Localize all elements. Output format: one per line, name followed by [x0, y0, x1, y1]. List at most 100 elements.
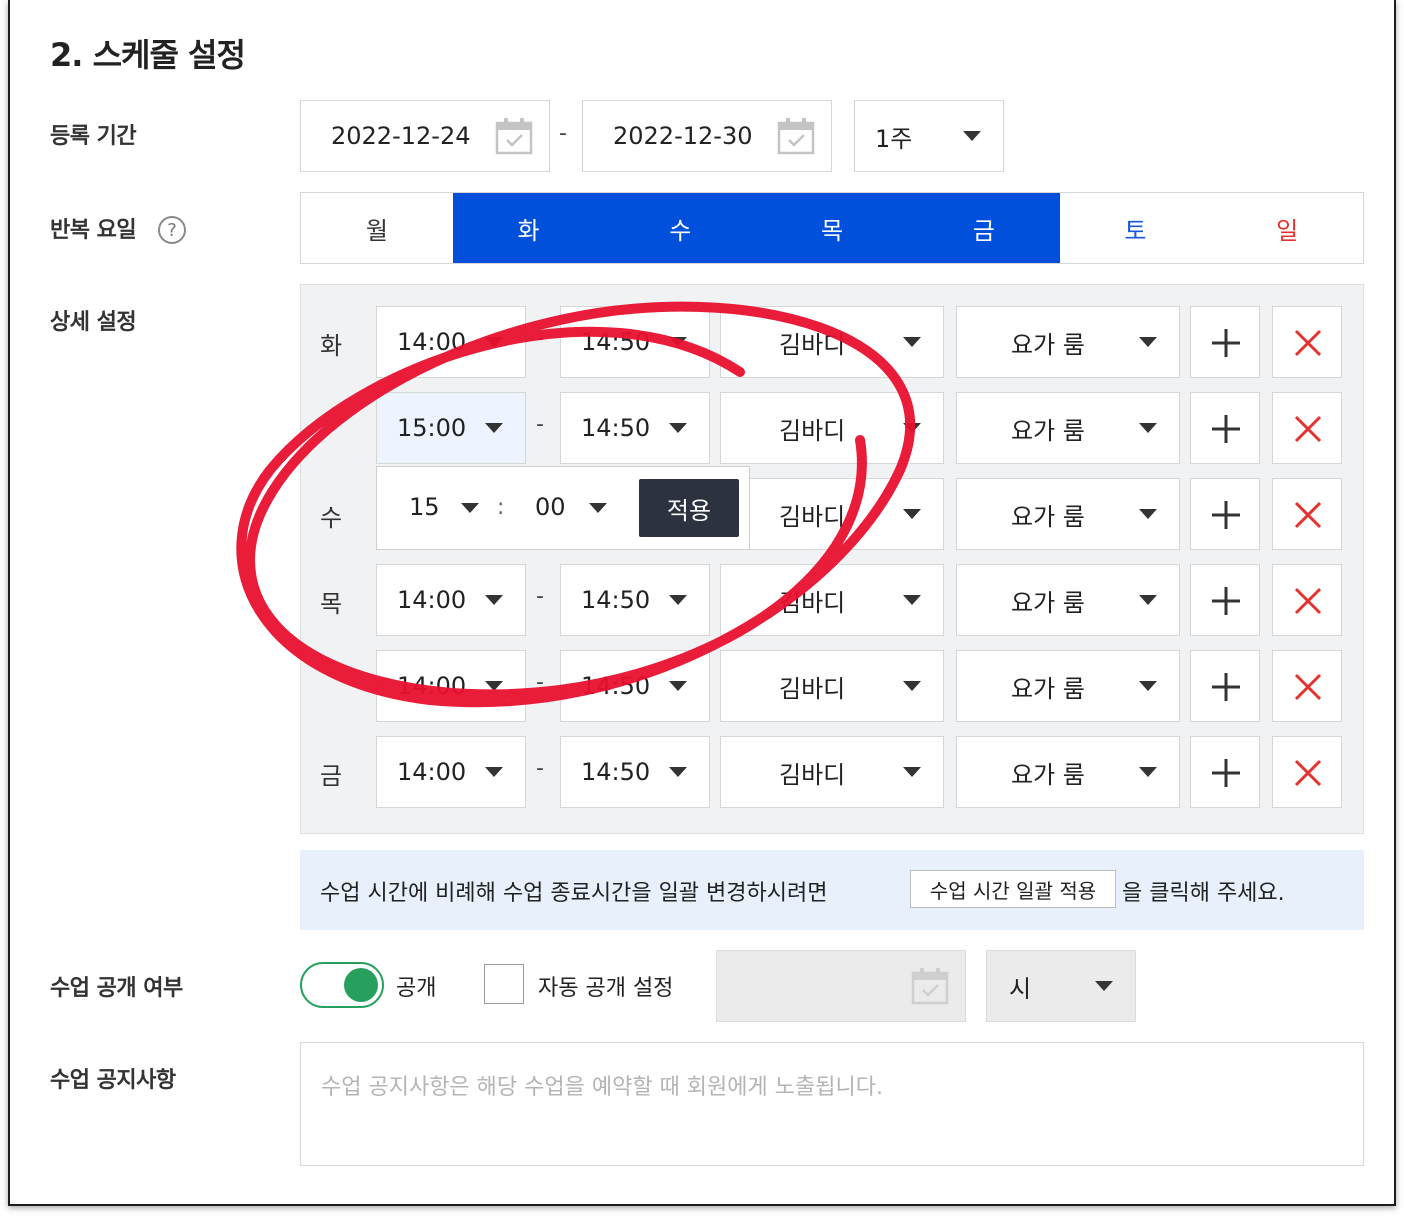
plus-icon — [1212, 329, 1240, 357]
room-value: 요가 룸 — [1011, 330, 1085, 359]
minute-chevron-down-icon[interactable] — [589, 503, 607, 513]
notice-textarea[interactable]: 수업 공지사항은 해당 수업을 예약할 때 회원에게 노출됩니다. — [300, 1042, 1364, 1166]
close-icon — [1294, 415, 1322, 443]
instructor-value: 김바디 — [779, 588, 846, 617]
room-select[interactable]: 요가 룸 — [956, 392, 1180, 464]
room-value: 요가 룸 — [1011, 674, 1085, 703]
end-time-select[interactable]: 14:50 — [560, 650, 710, 722]
room-select[interactable]: 요가 룸 — [956, 564, 1180, 636]
detail-day-label: 금 — [320, 762, 343, 790]
chevron-down-icon — [1095, 981, 1113, 991]
period-label: 등록 기간 — [50, 124, 137, 149]
calendar-icon[interactable] — [911, 967, 949, 1005]
instructor-select[interactable]: 김바디 — [720, 392, 944, 464]
time-colon: : — [497, 495, 505, 520]
start-time-select[interactable]: 14:00 — [376, 306, 526, 378]
help-icon[interactable]: ? — [158, 216, 186, 244]
chevron-down-icon — [1139, 509, 1157, 519]
start-time-select[interactable]: 14:00 — [376, 564, 526, 636]
close-icon — [1294, 759, 1322, 787]
add-row-button[interactable] — [1190, 650, 1260, 722]
duration-select[interactable]: 1주 — [854, 100, 1004, 172]
info-banner: 수업 시간에 비례해 수업 종료시간을 일괄 변경하시려면 수업 시간 일괄 적… — [300, 850, 1364, 930]
end-time-select[interactable]: 14:50 — [560, 306, 710, 378]
minute-value[interactable]: 00 — [535, 493, 566, 521]
info-text-after: 을 클릭해 주세요. — [1122, 881, 1285, 906]
start-time-select[interactable]: 15:00 — [376, 392, 526, 464]
chevron-down-icon — [1139, 595, 1157, 605]
time-range-separator: - — [536, 584, 544, 609]
hour-unit-value: 시 — [1009, 974, 1032, 1003]
date-range-separator: - — [559, 121, 567, 146]
calendar-icon[interactable] — [495, 117, 533, 155]
add-row-button[interactable] — [1190, 564, 1260, 636]
instructor-select[interactable]: 김바디 — [720, 478, 944, 550]
hour-chevron-down-icon[interactable] — [461, 503, 479, 513]
delete-row-button[interactable] — [1272, 736, 1342, 808]
auto-publish-date-input[interactable] — [716, 950, 966, 1022]
instructor-select[interactable]: 김바디 — [720, 306, 944, 378]
end-time-select[interactable]: 14:50 — [560, 392, 710, 464]
chevron-down-icon — [1139, 337, 1157, 347]
chevron-down-icon — [903, 423, 921, 433]
calendar-icon[interactable] — [777, 117, 815, 155]
start-time-value: 15:00 — [397, 414, 467, 442]
instructor-value: 김바디 — [779, 760, 846, 789]
start-time-select[interactable]: 14:00 — [376, 650, 526, 722]
info-text-before: 수업 시간에 비례해 수업 종료시간을 일괄 변경하시려면 — [320, 881, 828, 906]
close-icon — [1294, 673, 1322, 701]
section-title: 2. 스케줄 설정 — [50, 36, 246, 74]
room-value: 요가 룸 — [1011, 588, 1085, 617]
add-row-button[interactable] — [1190, 306, 1260, 378]
chevron-down-icon — [485, 681, 503, 691]
instructor-select[interactable]: 김바디 — [720, 650, 944, 722]
auto-publish-hour-select[interactable]: 시 — [986, 950, 1136, 1022]
start-time-select[interactable]: 14:00 — [376, 736, 526, 808]
add-row-button[interactable] — [1190, 392, 1260, 464]
start-time-value: 14:00 — [397, 672, 467, 700]
instructor-select[interactable]: 김바디 — [720, 564, 944, 636]
apply-time-button[interactable]: 적용 — [639, 479, 739, 537]
add-row-button[interactable] — [1190, 736, 1260, 808]
room-select[interactable]: 요가 룸 — [956, 650, 1180, 722]
room-value: 요가 룸 — [1011, 502, 1085, 531]
day-toggle-sun[interactable]: 일 — [1211, 193, 1363, 263]
delete-row-button[interactable] — [1272, 478, 1342, 550]
time-picker-popup: 15 : 00 적용 — [376, 466, 750, 550]
room-select[interactable]: 요가 룸 — [956, 306, 1180, 378]
end-date-input[interactable]: 2022-12-30 — [582, 100, 832, 172]
start-time-value: 14:00 — [397, 758, 467, 786]
day-toggle-thu[interactable]: 목 — [756, 193, 908, 263]
day-toggle-mon[interactable]: 월 — [301, 193, 453, 263]
delete-row-button[interactable] — [1272, 306, 1342, 378]
delete-row-button[interactable] — [1272, 650, 1342, 722]
hour-value[interactable]: 15 — [409, 493, 440, 521]
room-select[interactable]: 요가 룸 — [956, 736, 1180, 808]
notice-placeholder: 수업 공지사항은 해당 수업을 예약할 때 회원에게 노출됩니다. — [321, 1075, 883, 1100]
day-toggle-wed[interactable]: 수 — [604, 193, 757, 263]
notice-label: 수업 공지사항 — [50, 1068, 176, 1093]
bulk-apply-button[interactable]: 수업 시간 일괄 적용 — [910, 870, 1116, 908]
delete-row-button[interactable] — [1272, 392, 1342, 464]
instructor-select[interactable]: 김바디 — [720, 736, 944, 808]
visibility-label: 수업 공개 여부 — [50, 976, 183, 1001]
day-toggle-tue[interactable]: 화 — [452, 193, 605, 263]
day-toggle-fri[interactable]: 금 — [907, 193, 1060, 263]
start-date-input[interactable]: 2022-12-24 — [300, 100, 550, 172]
instructor-value: 김바디 — [779, 674, 846, 703]
end-time-value: 14:50 — [581, 414, 651, 442]
plus-icon — [1212, 673, 1240, 701]
auto-publish-label: 자동 공개 설정 — [538, 976, 674, 1001]
delete-row-button[interactable] — [1272, 564, 1342, 636]
public-toggle[interactable] — [300, 962, 384, 1008]
room-select[interactable]: 요가 룸 — [956, 478, 1180, 550]
day-toggle-sat[interactable]: 토 — [1060, 193, 1212, 263]
end-time-select[interactable]: 14:50 — [560, 736, 710, 808]
time-range-separator: - — [536, 412, 544, 437]
time-range-separator: - — [536, 670, 544, 695]
chevron-down-icon — [485, 767, 503, 777]
auto-publish-checkbox[interactable] — [484, 964, 524, 1004]
end-time-select[interactable]: 14:50 — [560, 564, 710, 636]
add-row-button[interactable] — [1190, 478, 1260, 550]
toggle-knob — [344, 968, 378, 1002]
